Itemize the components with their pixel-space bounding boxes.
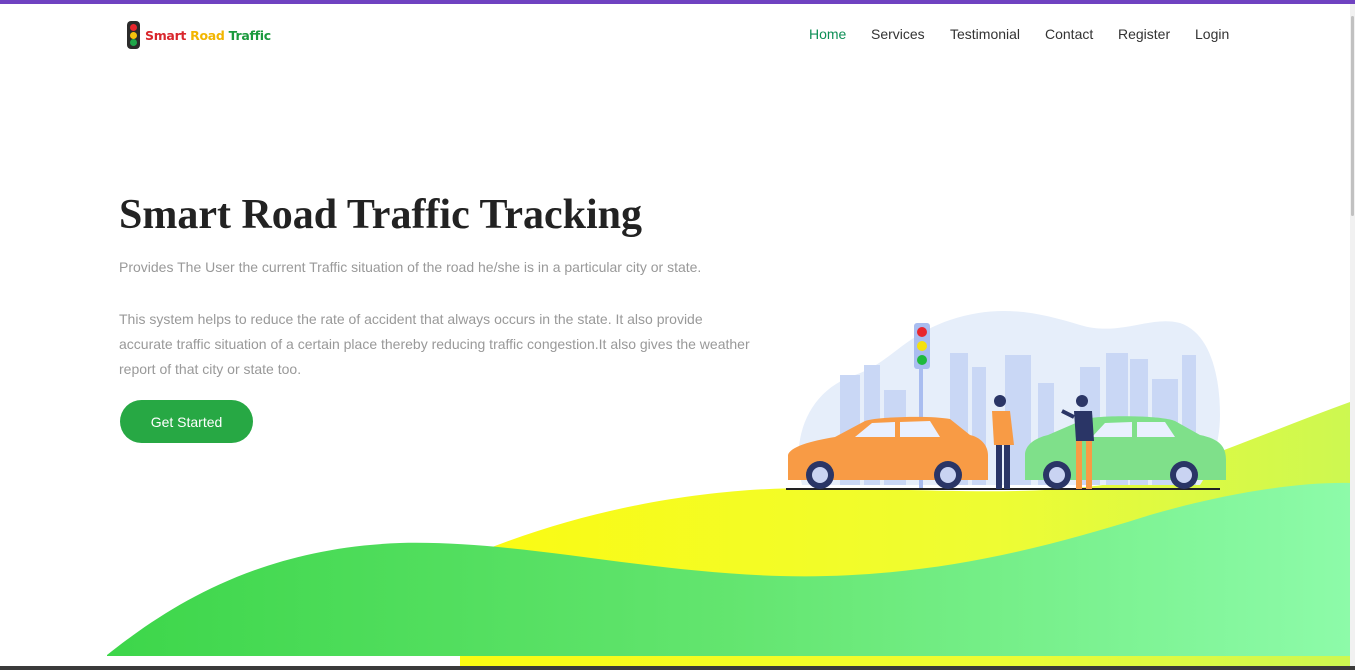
get-started-button[interactable]: Get Started — [120, 400, 253, 443]
scrollbar-thumb[interactable] — [1351, 16, 1354, 216]
hero-description: This system helps to reduce the rate of … — [119, 311, 750, 377]
hero-subtitle: Provides The User the current Traffic si… — [119, 259, 702, 275]
traffic-accident-illustration — [786, 310, 1226, 490]
hero-title: Smart Road Traffic Tracking — [119, 192, 643, 238]
bottom-edge — [0, 666, 1355, 670]
